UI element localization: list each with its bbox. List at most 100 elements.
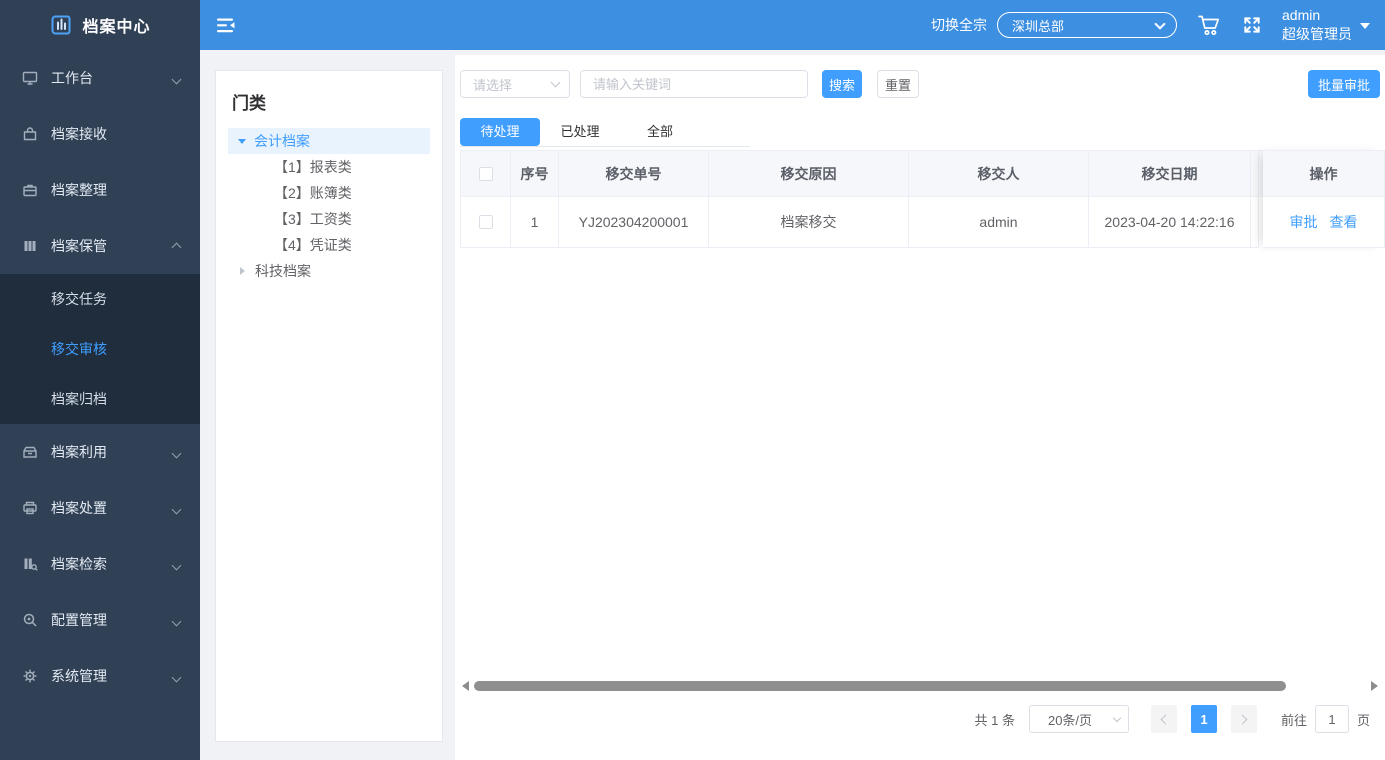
sidebar-subitem-transfer-task[interactable]: 移交任务 [0, 274, 200, 324]
page-size-select[interactable]: 20条/页 [1029, 705, 1129, 733]
category-tree-panel: 门类 会计档案 【1】报表类 【2】账簿类 【3】工资类 【4】凭证类 科技档案 [215, 70, 443, 742]
chevron-down-icon [173, 612, 180, 628]
transfer-table: 序号 移交单号 移交原因 移交人 移交日期 1 YJ202304200001 档… [460, 150, 1380, 248]
inbox-icon [22, 126, 38, 142]
sidebar-item-label: 档案接收 [51, 124, 107, 144]
column-header-seq: 序号 [511, 151, 559, 197]
keyword-input[interactable] [580, 70, 808, 98]
table-header-row: 序号 移交单号 移交原因 移交人 移交日期 [460, 150, 1263, 197]
search-button[interactable]: 搜索 [822, 70, 862, 98]
monitor-icon [22, 70, 38, 86]
tree-child-label: 【1】报表类 [274, 157, 352, 177]
tree-child-report[interactable]: 【1】报表类 [228, 154, 430, 180]
tree-child-ledger[interactable]: 【2】账簿类 [228, 180, 430, 206]
caret-collapsed-icon[interactable] [240, 267, 249, 275]
gear-icon [22, 668, 38, 684]
sidebar-item-archive-arrange[interactable]: 档案整理 [0, 162, 200, 218]
sidebar-subitem-archive-file[interactable]: 档案归档 [0, 374, 200, 424]
cell-actions: 审批 查看 [1263, 197, 1385, 248]
caret-down-icon [1360, 23, 1370, 34]
sidebar-item-config[interactable]: 配置管理 [0, 592, 200, 648]
sidebar: 档案中心 工作台 档案接收 档案整理 档案保管 移交任务 移交审核 [0, 0, 200, 760]
cell-reason: 档案移交 [709, 197, 909, 248]
tree-node-label: 会计档案 [254, 131, 310, 151]
submenu-label: 移交任务 [51, 289, 107, 309]
tree-child-salary[interactable]: 【3】工资类 [228, 206, 430, 232]
usage-box-icon [22, 444, 38, 460]
tab-all[interactable]: 全部 [620, 118, 700, 146]
horizontal-scrollbar [460, 680, 1380, 692]
sidebar-item-system[interactable]: 系统管理 [0, 648, 200, 704]
chevron-down-icon [173, 70, 180, 86]
column-header-date: 移交日期 [1089, 151, 1251, 197]
sidebar-item-label: 工作台 [51, 68, 93, 88]
tree-node-accounting[interactable]: 会计档案 [228, 128, 430, 154]
sidebar-item-archive-keep[interactable]: 档案保管 [0, 218, 200, 274]
tree-child-label: 【2】账簿类 [274, 183, 352, 203]
tree-child-voucher[interactable]: 【4】凭证类 [228, 232, 430, 258]
header-checkbox-cell [461, 151, 511, 197]
fullscreen-icon[interactable] [1242, 15, 1262, 35]
collapse-menu-icon[interactable] [217, 18, 236, 33]
chevron-down-icon [173, 556, 180, 572]
prev-page-button[interactable] [1151, 705, 1177, 733]
sidebar-item-archive-search[interactable]: 档案检索 [0, 536, 200, 592]
sidebar-item-label: 档案利用 [51, 442, 107, 462]
org-selected-value: 深圳总部 [1012, 16, 1064, 35]
magnifier-gear-icon [22, 612, 38, 628]
reset-button[interactable]: 重置 [877, 70, 919, 98]
sidebar-item-label: 系统管理 [51, 666, 107, 686]
tree-child-label: 【3】工资类 [274, 209, 352, 229]
main-area: 门类 会计档案 【1】报表类 【2】账簿类 【3】工资类 【4】凭证类 科技档案… [200, 50, 1385, 760]
row-checkbox[interactable] [479, 215, 493, 229]
pagination: 共 1 条 20条/页 1 前往 页 [975, 705, 1371, 733]
current-page[interactable]: 1 [1191, 705, 1217, 733]
next-page-button[interactable] [1231, 705, 1257, 733]
archive-logo-icon [49, 13, 73, 37]
user-menu[interactable]: admin 超级管理员 [1282, 6, 1370, 44]
batch-approve-button[interactable]: 批量审批 [1308, 70, 1380, 98]
scroll-left-arrow-icon[interactable] [462, 681, 469, 691]
tree-node-technology[interactable]: 科技档案 [228, 258, 430, 284]
cart-icon[interactable] [1197, 14, 1222, 37]
printer-icon [22, 500, 38, 516]
tree-child-label: 【4】凭证类 [274, 235, 352, 255]
page-unit-label: 页 [1357, 710, 1370, 729]
view-link[interactable]: 查看 [1330, 212, 1358, 232]
scrollbar-thumb[interactable] [474, 681, 1286, 691]
goto-label: 前往 [1281, 710, 1307, 729]
tab-pending[interactable]: 待处理 [460, 118, 540, 146]
tab-processed[interactable]: 已处理 [540, 118, 620, 146]
tree-title: 门类 [232, 89, 430, 114]
table-row: 1 YJ202304200001 档案移交 admin 2023-04-20 1… [460, 197, 1263, 248]
sidebar-item-archive-use[interactable]: 档案利用 [0, 424, 200, 480]
org-select[interactable]: 深圳总部 [997, 12, 1177, 38]
chevron-right-icon [1238, 714, 1248, 724]
sidebar-subitem-transfer-review[interactable]: 移交审核 [0, 324, 200, 374]
goto-page-input[interactable] [1315, 705, 1349, 733]
sidebar-item-label: 档案整理 [51, 180, 107, 200]
approve-link[interactable]: 审批 [1290, 212, 1318, 232]
sidebar-item-archive-dispose[interactable]: 档案处置 [0, 480, 200, 536]
archive-search-icon [22, 556, 38, 572]
sidebar-item-workbench[interactable]: 工作台 [0, 50, 200, 106]
app-title: 档案中心 [82, 13, 150, 37]
app-logo: 档案中心 [0, 0, 200, 50]
column-header-order-no: 移交单号 [559, 151, 709, 197]
caret-expanded-icon[interactable] [238, 139, 246, 148]
chevron-left-icon [1161, 714, 1171, 724]
select-all-checkbox[interactable] [479, 167, 493, 181]
scroll-right-arrow-icon[interactable] [1371, 681, 1378, 691]
filter-select[interactable]: 请选择 [460, 70, 570, 98]
chevron-down-icon [173, 444, 180, 460]
page-size-value: 20条/页 [1048, 710, 1092, 729]
user-role: 超级管理员 [1282, 25, 1352, 44]
cell-seq: 1 [511, 197, 559, 248]
submenu-label: 档案归档 [51, 389, 107, 409]
row-checkbox-cell [461, 197, 511, 248]
chevron-down-icon [1154, 18, 1165, 29]
chevron-down-icon [551, 78, 561, 88]
column-header-person: 移交人 [909, 151, 1089, 197]
sidebar-item-archive-receive[interactable]: 档案接收 [0, 106, 200, 162]
fixed-action-column: 操作 审批 查看 [1263, 150, 1385, 248]
